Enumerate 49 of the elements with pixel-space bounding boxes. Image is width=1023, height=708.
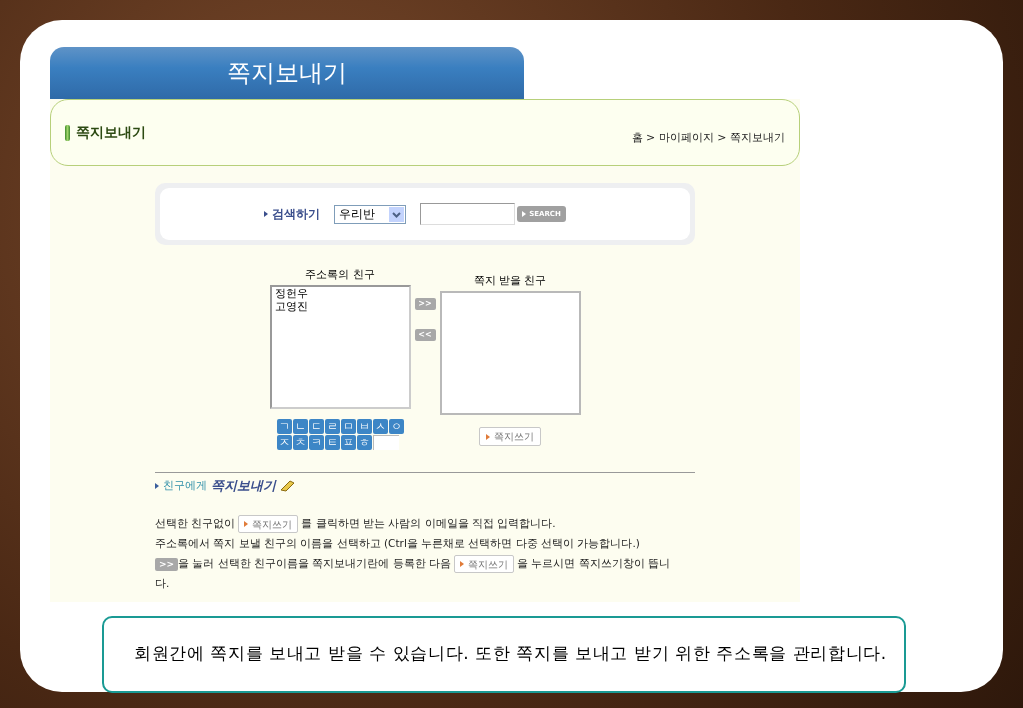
- triangle-icon: [460, 561, 465, 567]
- consonant-button[interactable]: ㅌ: [324, 435, 340, 450]
- consonant-button[interactable]: ㅊ: [292, 435, 308, 450]
- consonant-button[interactable]: ㄷ: [308, 419, 324, 434]
- write-message-button[interactable]: 쪽지쓰기: [479, 427, 541, 446]
- consonant-button[interactable]: ㄹ: [324, 419, 340, 434]
- consonant-field[interactable]: [372, 435, 399, 450]
- consonant-button[interactable]: ㅎ: [356, 435, 372, 450]
- consonant-button[interactable]: ㅅ: [372, 419, 388, 434]
- breadcrumb: 홈 > 마이페이지 > 쪽지보내기: [631, 130, 785, 147]
- consonant-button[interactable]: ㅍ: [340, 435, 356, 450]
- consonant-button[interactable]: ㅂ: [356, 419, 372, 434]
- section-title: 쪽지보내기: [211, 477, 276, 495]
- section-prefix: 친구에게: [163, 477, 207, 494]
- instruction-text: 주소록에서 쪽지 보낼 친구의 이름을 선택하고 (Ctrl을 누른채로 선택하면 다중 선택이 가능합니다.): [155, 536, 640, 552]
- recipients-list[interactable]: [439, 291, 581, 415]
- search-field[interactable]: [420, 203, 516, 225]
- consonant-button[interactable]: ㄴ: [292, 419, 308, 434]
- class-select[interactable]: 우리반: [334, 204, 407, 224]
- triangle-icon: [244, 521, 249, 527]
- triangle-icon: [155, 482, 159, 489]
- consonant-button[interactable]: ㄱ: [276, 419, 292, 434]
- instruction-text: 을 누르시면 쪽지쓰기창이 뜹니: [517, 556, 671, 572]
- instruction-text: 을 눌러 선택한 친구이름을 쪽지보내기란에 등록한 다음: [178, 556, 452, 572]
- triangle-icon: [522, 211, 527, 217]
- instruction-text: 선택한 친구없이: [155, 516, 236, 532]
- triangle-icon: [486, 433, 490, 440]
- consonant-button[interactable]: ㅋ: [308, 435, 324, 450]
- search-label: 검색하기: [264, 205, 321, 223]
- add-recipient-button[interactable]: >>: [155, 557, 179, 571]
- caption-box: 회원간에 쪽지를 보내고 받을 수 있습니다. 또한 쪽지를 보내고 받기 위한 주소록을 관리합니다.: [102, 615, 906, 693]
- instruction-text: 다.: [155, 576, 170, 592]
- write-message-button[interactable]: 쪽지쓰기: [454, 555, 515, 573]
- address-book-list[interactable]: 정헌우 고영진: [269, 285, 411, 409]
- header-title: 쪽지보내기: [76, 123, 146, 142]
- move-button[interactable]: >>: [414, 298, 436, 310]
- dropdown-icon: [389, 206, 405, 222]
- write-message-button[interactable]: 쪽지쓰기: [238, 515, 299, 533]
- address-book-item[interactable]: 정헌우: [274, 287, 406, 300]
- triangle-icon: [264, 211, 269, 217]
- address-book-item[interactable]: 고영진: [274, 300, 406, 313]
- header-bar-icon: [65, 124, 70, 141]
- consonant-button[interactable]: ㅁ: [340, 419, 356, 434]
- address-book-title: 주소록의 친구: [305, 267, 375, 283]
- move-button[interactable]: <<: [414, 329, 436, 341]
- recipients-title: 쪽지 받을 친구: [473, 273, 547, 289]
- instruction-text: 를 클릭하면 받는 사람의 이메일을 직접 입력합니다.: [301, 516, 556, 532]
- consonant-button[interactable]: ㅈ: [276, 435, 292, 450]
- consonant-button[interactable]: ㅇ: [388, 419, 404, 434]
